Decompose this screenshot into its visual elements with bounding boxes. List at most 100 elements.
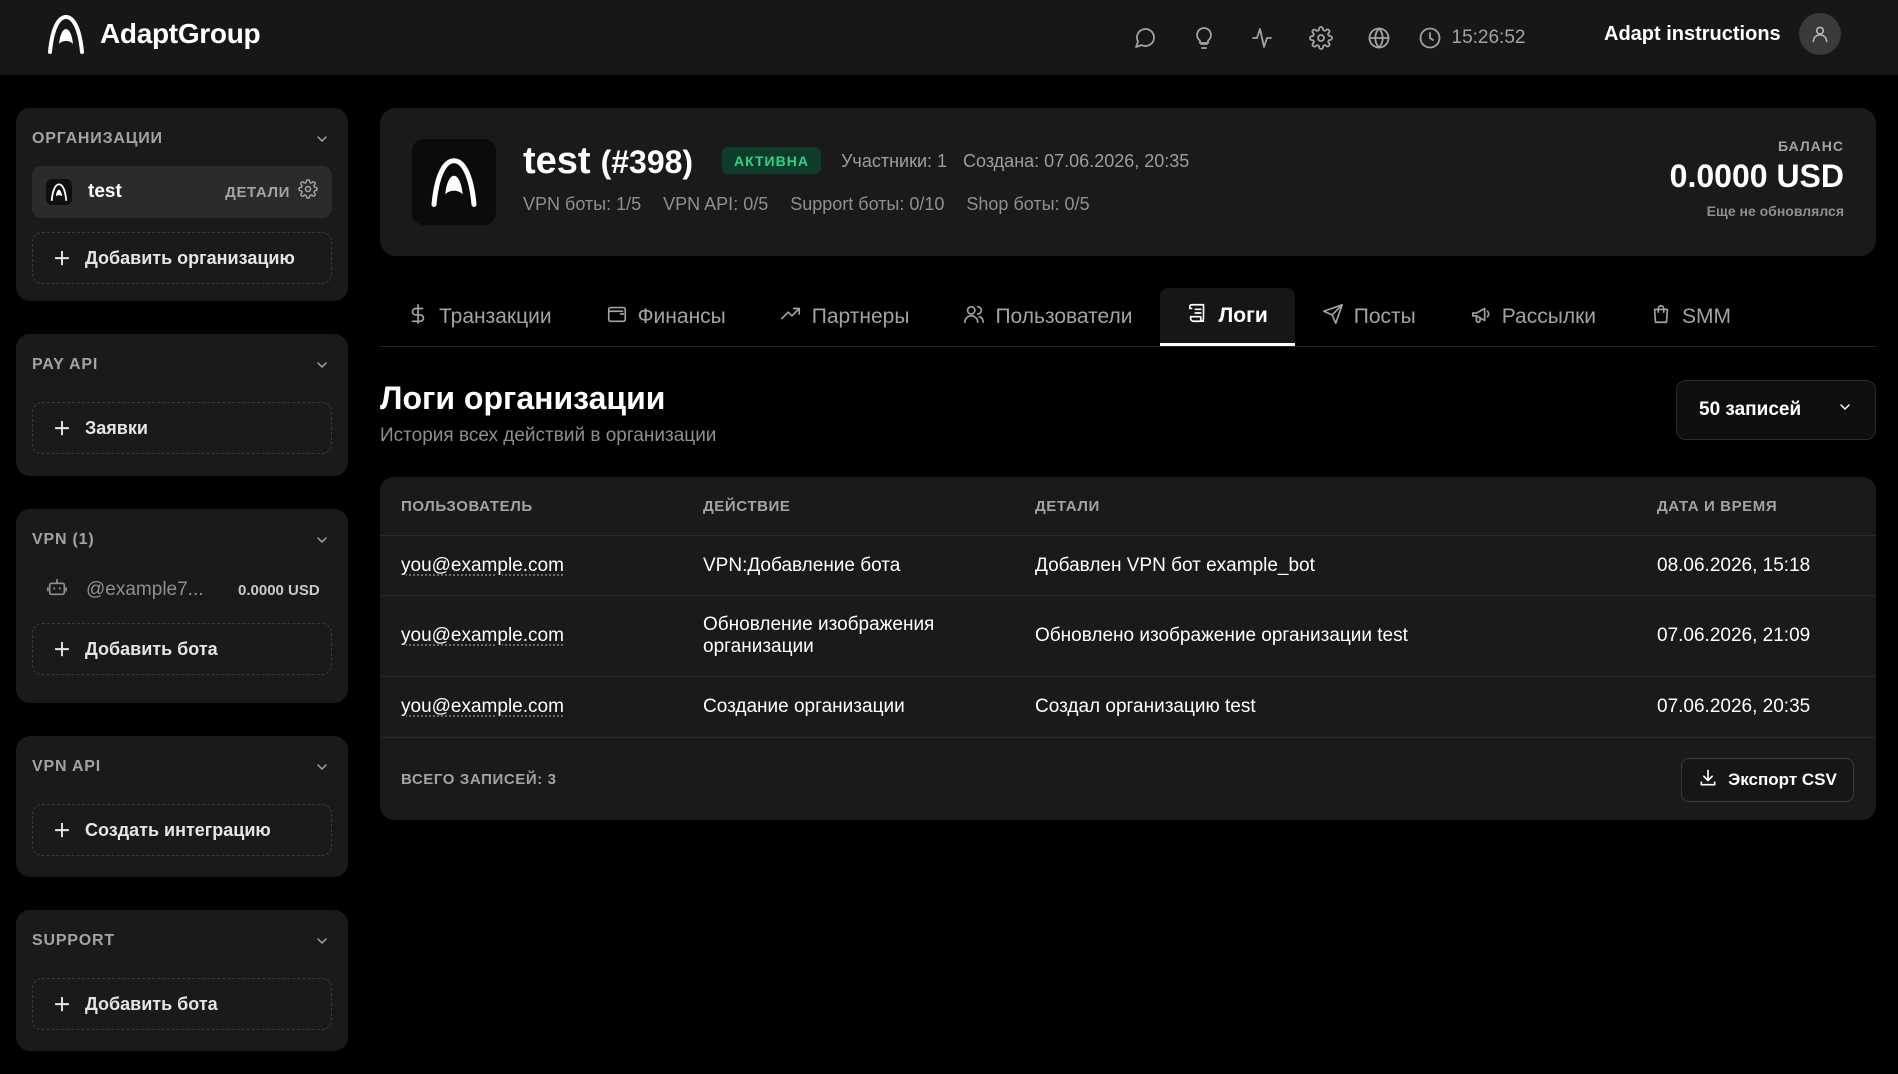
sidebar-org-test[interactable]: test ДЕТАЛИ — [32, 166, 332, 218]
sidebar-section-header[interactable]: ОРГАНИЗАЦИИ — [32, 124, 332, 154]
page-title: Логи организации — [380, 380, 666, 416]
limit-shop-bots: Shop боты: 0/5 — [966, 194, 1090, 214]
tab-logs[interactable]: Логи — [1159, 288, 1295, 346]
row-user-link[interactable]: you@example.com — [401, 696, 564, 718]
brand-name: AdaptGroup — [100, 18, 261, 49]
sidebar-section-organizations: ОРГАНИЗАЦИИ test ДЕТАЛИ ＋ Добавить орган… — [16, 108, 348, 301]
chevron-down-icon[interactable] — [312, 931, 332, 951]
avatar[interactable] — [1798, 13, 1841, 55]
tab-partners[interactable]: Партнеры — [753, 288, 937, 346]
top-bar: AdaptGroup 15:26:52 Adapt instructions — [0, 0, 1898, 75]
sidebar-section-title: PAY API — [32, 356, 99, 373]
user-menu[interactable]: Adapt instructions — [1604, 13, 1841, 55]
sidebar-vpn-bot[interactable]: @example7... 0.0000 USD — [32, 567, 332, 613]
total-records: ВСЕГО ЗАПИСЕЙ: 3 — [401, 770, 557, 788]
tab-label: Посты — [1353, 305, 1416, 328]
chevron-down-icon[interactable] — [312, 129, 332, 149]
chevron-down-icon[interactable] — [312, 530, 332, 550]
sidebar-section-title: VPN API — [32, 758, 102, 775]
table-row: you@example.com Создание организации Соз… — [380, 677, 1876, 738]
tab-smm[interactable]: SMM — [1623, 288, 1758, 346]
records-select-value: 50 записей — [1699, 399, 1802, 420]
dollar-icon — [407, 303, 429, 331]
gear-icon[interactable] — [298, 179, 318, 205]
export-csv-label: Экспорт CSV — [1728, 770, 1837, 789]
send-icon — [1322, 303, 1344, 331]
org-title-row: test (#398) — [523, 140, 693, 183]
limit-support-bots: Support боты: 0/10 — [790, 194, 945, 214]
status-badge: АКТИВНА — [722, 147, 821, 174]
column-header-details[interactable]: ДЕТАЛИ — [1035, 498, 1100, 515]
sidebar-section-header[interactable]: VPN (1) — [32, 525, 332, 555]
row-user-link[interactable]: you@example.com — [401, 625, 564, 647]
clock-time: 15:26:52 — [1451, 27, 1526, 48]
row-details: Добавлен VPN бот example_bot — [1035, 554, 1315, 576]
org-header-card: test (#398) АКТИВНА Участники: 1 Создана… — [380, 108, 1876, 256]
activity-icon[interactable] — [1242, 18, 1282, 58]
org-members: Участники: 1 — [841, 151, 948, 171]
add-vpn-bot-button[interactable]: ＋ Добавить бота — [32, 623, 332, 675]
sidebar-section-header[interactable]: SUPPORT — [32, 926, 332, 956]
tab-mailings[interactable]: Рассылки — [1443, 288, 1623, 346]
add-support-bot-button[interactable]: ＋ Добавить бота — [32, 978, 332, 1030]
clock-icon — [1419, 27, 1440, 49]
chevron-down-icon[interactable] — [312, 355, 332, 375]
sidebar-section-vpn-api: VPN API ＋ Создать интеграцию — [16, 736, 348, 877]
sidebar-section-title: ОРГАНИЗАЦИИ — [32, 130, 163, 147]
settings-icon[interactable] — [1301, 18, 1341, 58]
add-organization-label: Добавить организацию — [85, 247, 295, 268]
chat-icon[interactable] — [1125, 18, 1165, 58]
tabs: Транзакции Финансы Партнеры Пользователи… — [380, 288, 1876, 347]
plus-icon: ＋ — [53, 995, 71, 1015]
plus-icon: ＋ — [53, 419, 71, 439]
add-vpn-bot-label: Добавить бота — [85, 638, 218, 659]
tab-label: Пользователи — [995, 305, 1133, 328]
row-action: VPN:Добавление бота — [703, 554, 901, 576]
balance-note: Еще не обновлялся — [1706, 203, 1844, 219]
column-header-user[interactable]: ПОЛЬЗОВАТЕЛЬ — [401, 498, 533, 515]
scroll-icon — [1187, 302, 1209, 330]
brand[interactable]: AdaptGroup — [46, 14, 261, 54]
limit-vpn-bots: VPN боты: 1/5 — [523, 194, 642, 214]
tab-label: Партнеры — [811, 305, 910, 328]
tab-users[interactable]: Пользователи — [936, 288, 1159, 346]
add-organization-button[interactable]: ＋ Добавить организацию — [32, 232, 332, 284]
globe-icon[interactable] — [1359, 18, 1399, 58]
row-user-link[interactable]: you@example.com — [401, 555, 564, 577]
org-id: (#398) — [600, 144, 694, 180]
org-logo[interactable] — [412, 139, 496, 225]
tab-posts[interactable]: Посты — [1295, 288, 1443, 346]
row-details: Создал организацию test — [1035, 696, 1256, 717]
row-action: Обновление изображения организации — [703, 614, 935, 657]
requests-button[interactable]: ＋ Заявки — [32, 402, 332, 454]
chevron-down-icon[interactable] — [312, 757, 332, 777]
sidebar: ОРГАНИЗАЦИИ test ДЕТАЛИ ＋ Добавить орган… — [16, 108, 348, 1074]
sidebar-section-header[interactable]: PAY API — [32, 350, 332, 380]
table-row: you@example.com Обновление изображения о… — [380, 596, 1876, 677]
column-header-datetime[interactable]: ДАТА И ВРЕМЯ — [1657, 498, 1777, 515]
logs-table: ПОЛЬЗОВАТЕЛЬ ДЕЙСТВИЕ ДЕТАЛИ ДАТА И ВРЕМ… — [380, 477, 1876, 820]
users-icon — [963, 303, 985, 331]
column-header-action[interactable]: ДЕЙСТВИЕ — [703, 498, 791, 515]
tab-transactions[interactable]: Транзакции — [380, 288, 579, 346]
row-datetime: 07.06.2026, 20:35 — [1657, 696, 1811, 717]
chevron-down-icon — [1837, 399, 1853, 421]
lightbulb-icon[interactable] — [1184, 18, 1224, 58]
table-row: you@example.com VPN:Добавление бота Доба… — [380, 536, 1876, 596]
tab-finance[interactable]: Финансы — [579, 288, 753, 346]
sidebar-section-vpn: VPN (1) @example7... 0.0000 USD ＋ Добави… — [16, 509, 348, 703]
user-menu-label: Adapt instructions — [1604, 22, 1781, 45]
org-details-link[interactable]: ДЕТАЛИ — [225, 184, 290, 201]
add-support-bot-label: Добавить бота — [85, 993, 218, 1014]
trending-up-icon — [780, 303, 802, 331]
sidebar-section-header[interactable]: VPN API — [32, 752, 332, 782]
create-integration-button[interactable]: ＋ Создать интеграцию — [32, 804, 332, 856]
records-per-page-select[interactable]: 50 записей — [1676, 380, 1876, 440]
balance-value: 0.0000 USD — [1669, 158, 1844, 194]
brand-logo-icon — [48, 14, 84, 54]
export-csv-button[interactable]: Экспорт CSV — [1681, 758, 1854, 802]
create-integration-label: Создать интеграцию — [85, 819, 271, 840]
sidebar-section-pay-api: PAY API ＋ Заявки — [16, 334, 348, 476]
row-action: Создание организации — [703, 696, 905, 717]
download-icon — [1698, 768, 1718, 793]
